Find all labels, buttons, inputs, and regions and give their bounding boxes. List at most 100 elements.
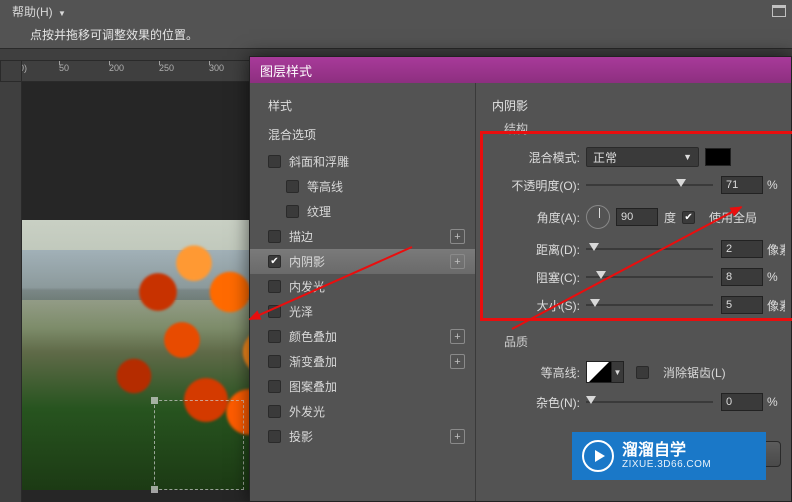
add-instance-icon[interactable]: + <box>450 229 465 244</box>
angle-dial[interactable] <box>586 205 610 229</box>
checkbox[interactable] <box>268 355 281 368</box>
add-instance-icon[interactable]: + <box>450 354 465 369</box>
distance-row: 距离(D): 像素 <box>492 237 785 261</box>
style-bevel-emboss[interactable]: 斜面和浮雕 <box>250 149 475 174</box>
noise-label: 杂色(N): <box>506 394 580 411</box>
style-label: 描边 <box>289 228 446 245</box>
add-instance-icon[interactable]: + <box>450 254 465 269</box>
checkbox[interactable] <box>268 230 281 243</box>
options-hint: 点按并拖移可调整效果的位置。 <box>0 22 792 48</box>
opacity-unit: % <box>767 178 785 192</box>
contour-label: 等高线: <box>506 364 580 381</box>
checkbox[interactable] <box>268 405 281 418</box>
blend-mode-label: 混合模式: <box>506 149 580 166</box>
dialog-title-text: 图层样式 <box>260 61 312 80</box>
blend-mode-value: 正常 <box>593 149 617 166</box>
style-drop-shadow[interactable]: 投影 + <box>250 424 475 449</box>
checkbox[interactable] <box>286 180 299 193</box>
style-stroke[interactable]: 描边 + <box>250 224 475 249</box>
size-slider[interactable] <box>586 297 713 313</box>
checkbox[interactable] <box>268 430 281 443</box>
opacity-input[interactable] <box>721 176 763 194</box>
opacity-slider[interactable] <box>586 177 713 193</box>
contour-row: 等高线: ▼ 消除锯齿(L) <box>492 358 785 386</box>
maximize-icon[interactable] <box>772 5 786 17</box>
style-contour[interactable]: 等高线 <box>250 174 475 199</box>
style-label: 纹理 <box>307 203 465 220</box>
distance-input[interactable] <box>721 240 763 258</box>
watermark-title: 溜溜自学 <box>622 442 711 460</box>
style-label: 图案叠加 <box>289 378 465 395</box>
blend-mode-select[interactable]: 正常 ▼ <box>586 147 699 167</box>
opacity-row: 不透明度(O): % <box>492 173 785 197</box>
choke-input[interactable] <box>721 268 763 286</box>
styles-panel: 样式 混合选项 斜面和浮雕 等高线 纹理 描边 + 内阴影 <box>250 83 476 501</box>
contour-dropdown[interactable]: ▼ <box>612 361 624 383</box>
add-instance-icon[interactable]: + <box>450 329 465 344</box>
menubar: 帮助(H) ▼ <box>0 0 792 22</box>
style-label: 颜色叠加 <box>289 328 446 345</box>
checkbox[interactable] <box>268 155 281 168</box>
dialog-titlebar[interactable]: 图层样式 <box>250 57 791 83</box>
transform-handle[interactable] <box>151 486 158 493</box>
checkbox[interactable] <box>268 330 281 343</box>
distance-unit: 像素 <box>767 241 785 258</box>
use-global-checkbox[interactable] <box>682 211 695 224</box>
antialias-label: 消除锯齿(L) <box>663 364 726 381</box>
choke-row: 阻塞(C): % <box>492 265 785 289</box>
ruler-tick: 300 <box>209 63 224 73</box>
antialias-checkbox[interactable] <box>636 366 649 379</box>
blending-options[interactable]: 混合选项 <box>250 120 475 149</box>
color-swatch[interactable] <box>705 148 731 166</box>
size-row: 大小(S): 像素 <box>492 293 785 317</box>
watermark: 溜溜自学 ZIXUE.3D66.COM <box>572 432 766 480</box>
noise-unit: % <box>767 395 785 409</box>
style-texture[interactable]: 纹理 <box>250 199 475 224</box>
size-unit: 像素 <box>767 297 785 314</box>
style-outer-glow[interactable]: 外发光 <box>250 399 475 424</box>
menu-help-label: 帮助(H) <box>12 5 53 19</box>
style-label: 外发光 <box>289 403 465 420</box>
ruler-tick: 250 <box>159 63 174 73</box>
transform-handle[interactable] <box>151 397 158 404</box>
transform-outline[interactable] <box>154 400 244 490</box>
checkbox[interactable] <box>268 255 281 268</box>
chevron-down-icon: ▼ <box>58 9 66 18</box>
chevron-down-icon: ▼ <box>683 152 692 162</box>
opacity-label: 不透明度(O): <box>506 177 580 194</box>
structure-label: 结构 <box>504 120 785 137</box>
angle-input[interactable] <box>616 208 658 226</box>
ruler-tick: 00) <box>22 63 27 73</box>
section-title: 内阴影 <box>492 97 785 114</box>
angle-unit: 度 <box>664 209 676 226</box>
style-label: 投影 <box>289 428 446 445</box>
styles-header[interactable]: 样式 <box>250 91 475 120</box>
ruler-tick: 50 <box>59 63 69 73</box>
canvas-image <box>22 220 282 490</box>
style-color-overlay[interactable]: 颜色叠加 + <box>250 324 475 349</box>
style-inner-shadow[interactable]: 内阴影 + <box>250 249 475 274</box>
distance-label: 距离(D): <box>506 241 580 258</box>
contour-picker[interactable] <box>586 361 612 383</box>
noise-row: 杂色(N): % <box>492 390 785 414</box>
style-label: 斜面和浮雕 <box>289 153 465 170</box>
style-label: 等高线 <box>307 178 465 195</box>
checkbox[interactable] <box>268 380 281 393</box>
choke-label: 阻塞(C): <box>506 269 580 286</box>
checkbox[interactable] <box>286 205 299 218</box>
add-instance-icon[interactable]: + <box>450 429 465 444</box>
noise-slider[interactable] <box>586 394 713 410</box>
watermark-sub: ZIXUE.3D66.COM <box>622 459 711 470</box>
ruler-left <box>0 82 22 502</box>
menu-help[interactable]: 帮助(H) ▼ <box>6 3 72 20</box>
size-input[interactable] <box>721 296 763 314</box>
style-gradient-overlay[interactable]: 渐变叠加 + <box>250 349 475 374</box>
style-inner-glow[interactable]: 内发光 <box>250 274 475 299</box>
style-label: 渐变叠加 <box>289 353 446 370</box>
checkbox[interactable] <box>268 280 281 293</box>
style-pattern-overlay[interactable]: 图案叠加 <box>250 374 475 399</box>
noise-input[interactable] <box>721 393 763 411</box>
style-label: 内发光 <box>289 278 465 295</box>
ruler-corner <box>0 60 22 82</box>
ruler-tick: 200 <box>109 63 124 73</box>
